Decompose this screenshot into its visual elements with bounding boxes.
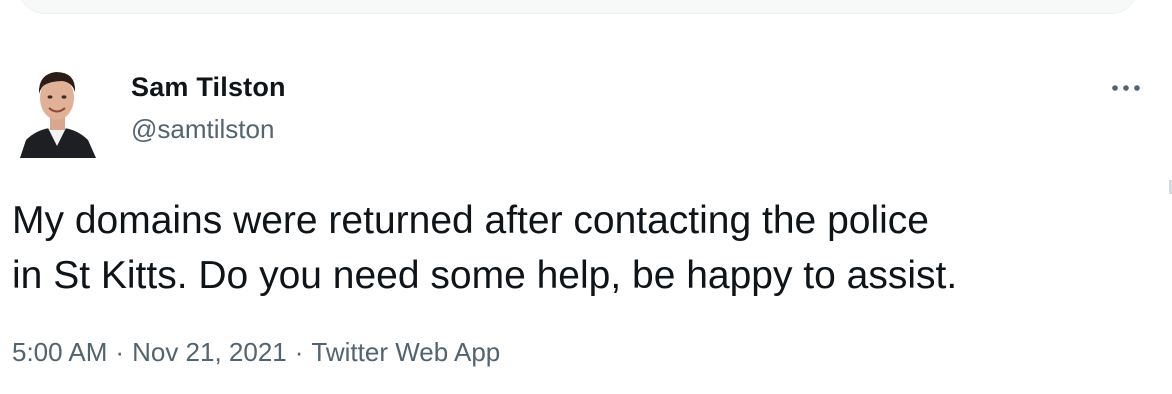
tweet-source[interactable]: Twitter Web App [311,337,500,368]
tweet-metadata: 5:00 AM · Nov 21, 2021 · Twitter Web App [12,337,500,368]
profile-photo-icon [16,62,98,158]
tweet-text-line-2: in St Kitts. Do you need some help, be h… [12,254,958,297]
metadata-separator: · [115,337,125,367]
metadata-separator: · [294,337,304,367]
tweet-text-line-1: My domains were returned after contactin… [12,199,929,242]
more-options-button[interactable] [1100,70,1152,106]
tweet: Sam Tilston @samtilston My domains were … [0,0,1172,394]
author-display-name[interactable]: Sam Tilston [131,72,286,103]
more-options-icon [1112,85,1140,91]
avatar[interactable] [16,62,98,158]
tweet-text: My domains were returned after contactin… [12,193,1142,303]
tweet-time[interactable]: 5:00 AM [12,337,107,368]
author-handle[interactable]: @samtilston [131,114,274,145]
tweet-date[interactable]: Nov 21, 2021 [132,337,287,368]
